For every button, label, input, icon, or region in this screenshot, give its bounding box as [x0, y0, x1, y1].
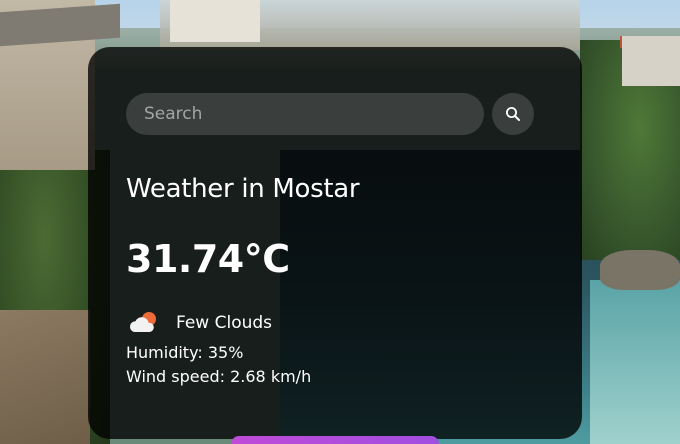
background-building: [170, 0, 260, 42]
background-rocks-left: [0, 310, 90, 444]
background-rock-right: [600, 250, 680, 290]
weather-description: Few Clouds: [176, 313, 273, 333]
weather-card: Weather in Mostar 31.74°C Few Clouds Hum…: [88, 47, 582, 439]
background-river-shallows: [590, 280, 680, 444]
search-icon: [506, 107, 520, 121]
humidity: Humidity: 35%: [126, 343, 244, 362]
bottom-accent-bar: [231, 436, 439, 444]
wind-speed: Wind speed: 2.68 km/h: [126, 367, 312, 386]
temperature: 31.74°C: [126, 237, 290, 281]
few-clouds-day-icon: [129, 312, 156, 332]
search-input[interactable]: [126, 93, 484, 135]
search-bar: [126, 93, 544, 135]
background-house-right: [622, 36, 680, 86]
city-title: Weather in Mostar: [126, 174, 360, 204]
search-button[interactable]: [492, 93, 534, 135]
weather-description-row: Few Clouds: [126, 305, 544, 341]
